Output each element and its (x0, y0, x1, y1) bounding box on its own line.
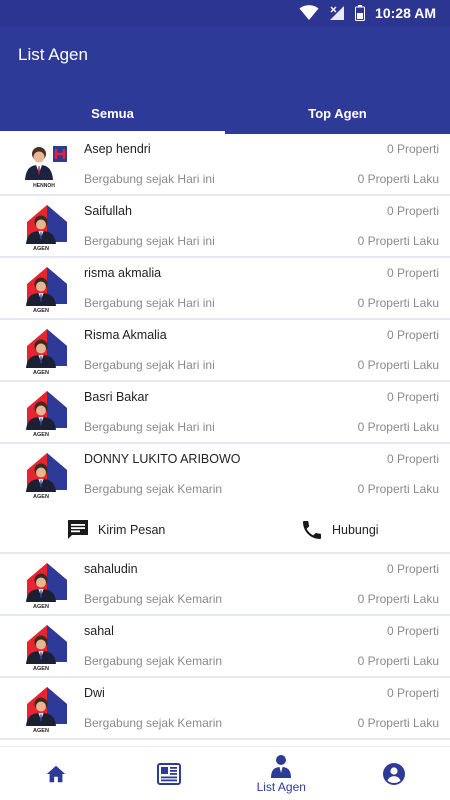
agent-name: sahal (84, 624, 114, 638)
property-count: 0 Properti (386, 686, 439, 700)
agent-row[interactable]: AGEN Dwi 0 Properti Bergabung sejak Kema… (0, 678, 450, 740)
app-bar: List Agen Semua Top Agen (0, 26, 450, 134)
agent-row[interactable]: AGEN sahaludin 0 Properti Bergabung seja… (0, 554, 450, 616)
avatar-label: AGEN (33, 308, 49, 314)
bottom-navigation: List Agen (0, 746, 450, 800)
property-count: 0 Properti (386, 390, 439, 404)
joined-date: Bergabung sejak Kemarin (84, 716, 223, 730)
phone-icon (303, 521, 321, 539)
tab-semua[interactable]: Semua (0, 92, 225, 134)
sold-count: 0 Properti Laku (357, 296, 439, 310)
sold-count: 0 Properti Laku (357, 716, 439, 730)
agent-row[interactable]: AGEN Risma Akmalia 0 Properti Bergabung … (0, 320, 450, 382)
joined-date: Bergabung sejak Kemarin (84, 482, 223, 496)
agent-name: DONNY LUKITO ARIBOWO (84, 452, 241, 466)
avatar-label: AGEN (33, 604, 49, 610)
joined-date: Bergabung sejak Kemarin (84, 654, 223, 668)
avatar-label: AGEN (33, 370, 49, 376)
nav-list-agen[interactable]: List Agen (225, 747, 338, 800)
battery-icon (355, 5, 366, 21)
nav-list-agen-label: List Agen (256, 779, 306, 794)
agent-row[interactable]: AGEN sahal 0 Properti Bergabung sejak Ke… (0, 616, 450, 678)
joined-date: Bergabung sejak Hari ini (84, 296, 215, 310)
send-message-label: Kirim Pesan (98, 523, 166, 537)
property-count: 0 Properti (386, 562, 439, 576)
sold-count: 0 Properti Laku (357, 592, 439, 606)
agent-avatar: AGEN (19, 326, 69, 376)
avatar-label: AGEN (33, 728, 49, 734)
property-count: 0 Properti (386, 142, 439, 156)
agent-row[interactable]: AGEN risma akmalia 0 Properti Bergabung … (0, 258, 450, 320)
agent-avatar: HENNOH (19, 140, 69, 190)
agent-avatar: AGEN (19, 202, 69, 252)
agent-name: sahaludin (84, 562, 138, 576)
nav-home[interactable] (0, 747, 113, 800)
account-icon (382, 762, 405, 785)
property-count: 0 Properti (386, 452, 439, 466)
joined-date: Bergabung sejak Hari ini (84, 358, 215, 372)
property-count: 0 Properti (386, 328, 439, 342)
avatar-label: AGEN (33, 666, 49, 672)
sold-count: 0 Properti Laku (357, 420, 439, 434)
agent-name: Basri Bakar (84, 390, 149, 404)
sold-count: 0 Properti Laku (357, 172, 439, 186)
agent-name: risma akmalia (84, 266, 162, 280)
agent-avatar: AGEN (19, 622, 69, 672)
agent-name: Saifullah (84, 204, 132, 218)
avatar-label: AGEN (33, 432, 49, 438)
sold-count: 0 Properti Laku (357, 234, 439, 248)
agent-actions: Kirim Pesan Hubungi (0, 506, 450, 554)
agent-row[interactable]: AGEN Saifullah 0 Properti Bergabung seja… (0, 196, 450, 258)
agent-icon (271, 754, 292, 778)
agent-row[interactable]: AGEN DONNY LUKITO ARIBOWO 0 Properti Ber… (0, 444, 450, 506)
sold-count: 0 Properti Laku (357, 482, 439, 496)
agent-row[interactable]: AGEN Basri Bakar 0 Properti Bergabung se… (0, 382, 450, 444)
avatar-label: AGEN (33, 246, 49, 252)
send-message-button[interactable]: Kirim Pesan (66, 506, 165, 554)
status-time: 10:28 AM (375, 5, 436, 21)
sold-count: 0 Properti Laku (357, 654, 439, 668)
agent-row[interactable]: HENNOH Asep hendri 0 Properti Bergabung … (0, 134, 450, 196)
property-count: 0 Properti (386, 624, 439, 638)
wifi-icon (299, 5, 319, 20)
agent-avatar: AGEN (19, 560, 69, 610)
agent-avatar: AGEN (19, 264, 69, 314)
joined-date: Bergabung sejak Hari ini (84, 420, 215, 434)
page-title: List Agen (18, 45, 88, 64)
agent-name: Dwi (84, 686, 105, 700)
tab-bar: Semua Top Agen (0, 92, 450, 134)
nav-account[interactable] (338, 747, 450, 800)
agent-name: Risma Akmalia (84, 328, 167, 342)
newspaper-icon (156, 762, 181, 785)
sold-count: 0 Properti Laku (357, 358, 439, 372)
avatar-label: HENNOH (33, 183, 55, 189)
call-label: Hubungi (332, 523, 379, 537)
joined-date: Bergabung sejak Kemarin (84, 592, 223, 606)
message-icon (68, 520, 88, 539)
agent-avatar: AGEN (19, 388, 69, 438)
property-count: 0 Properti (386, 266, 439, 280)
home-icon (47, 765, 66, 782)
status-bar: 10:28 AM (0, 0, 450, 26)
agent-name: Asep hendri (84, 142, 151, 156)
call-button[interactable]: Hubungi (300, 506, 379, 554)
joined-date: Bergabung sejak Hari ini (84, 234, 215, 248)
agent-avatar: AGEN (19, 450, 69, 500)
tab-top-agen[interactable]: Top Agen (225, 92, 450, 134)
signal-icon (330, 6, 345, 20)
agent-avatar: AGEN (19, 684, 69, 734)
agent-list[interactable]: HENNOH Asep hendri 0 Properti Bergabung … (0, 134, 450, 746)
property-count: 0 Properti (386, 204, 439, 218)
avatar-label: AGEN (33, 494, 49, 500)
nav-news[interactable] (113, 747, 226, 800)
joined-date: Bergabung sejak Hari ini (84, 172, 215, 186)
